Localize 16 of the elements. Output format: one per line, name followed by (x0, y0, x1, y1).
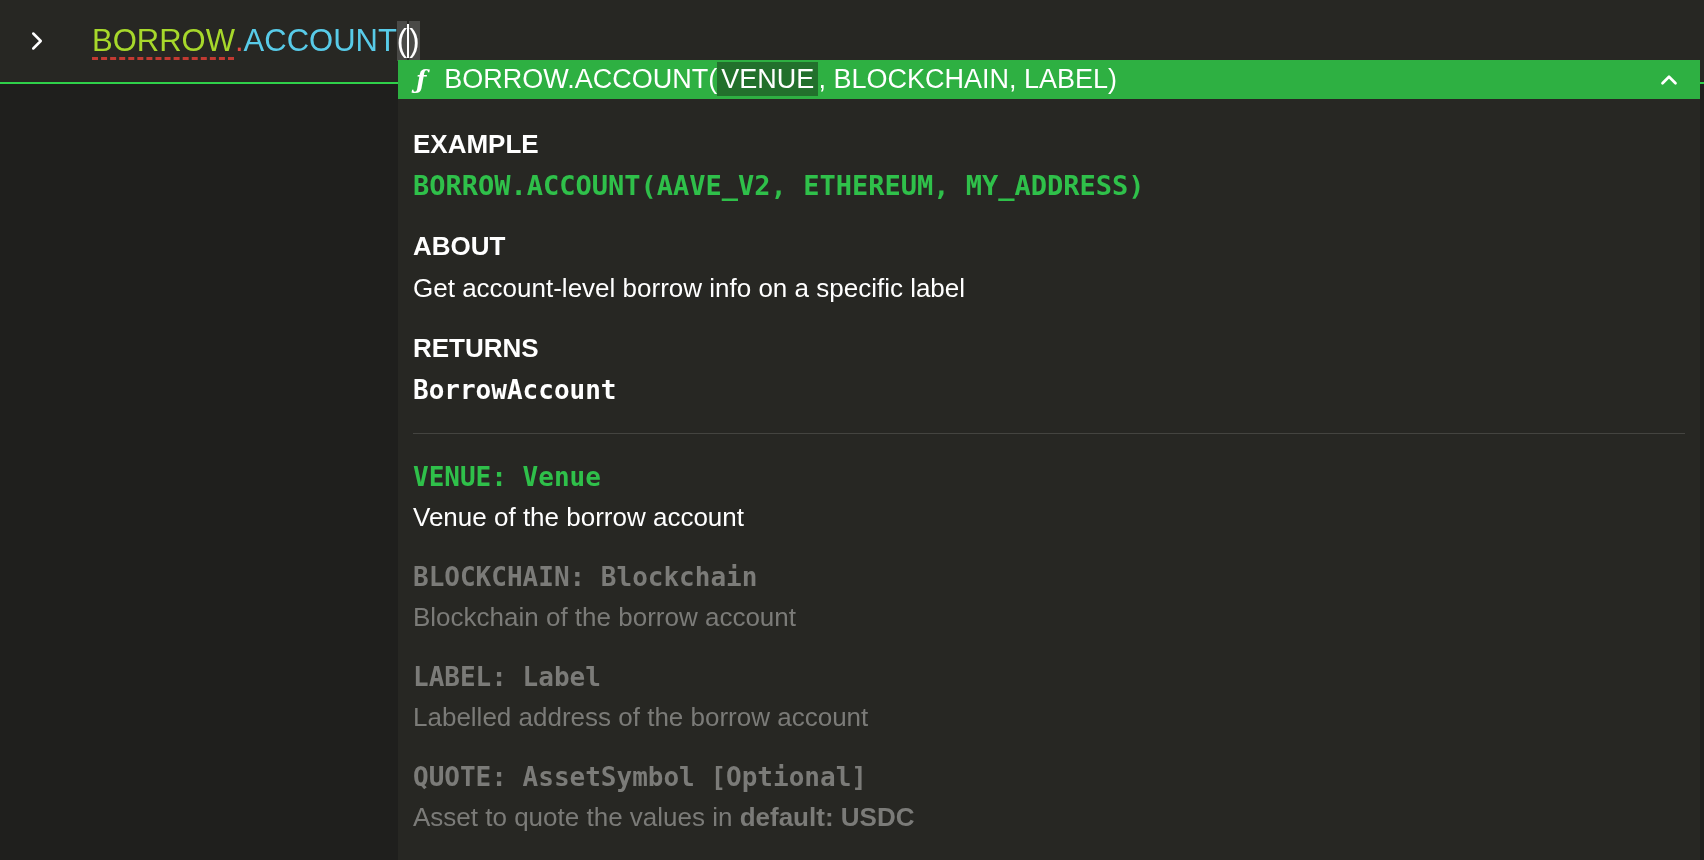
parameter-description: Asset to quote the values in default: USDC (413, 801, 916, 834)
return-type: BorrowAccount (413, 374, 618, 407)
parameter-signature: VENUE: Venue (413, 461, 602, 494)
section-heading: ABOUT (413, 230, 507, 263)
formula-text: BORROW.ACCOUNT() (92, 20, 420, 62)
parameter-description: Labelled address of the borrow account (413, 701, 870, 734)
description-text: Get account-level borrow info on a specific label (413, 272, 967, 305)
parameter-signature: QUOTE: AssetSymbol [Optional] (413, 761, 868, 794)
parameter-description: Venue of the borrow account (413, 501, 745, 534)
section-heading: EXAMPLE (413, 128, 540, 161)
example-code: BORROW.ACCOUNT(AAVE_V2, ETHEREUM, MY_ADDRESS) (413, 169, 1146, 203)
parameter-description: Blockchain of the borrow account (413, 601, 797, 634)
parameter-signature: LABEL: Label (413, 661, 602, 694)
section-heading: RETURNS (413, 332, 540, 365)
function-signature-header[interactable]: ƒ BORROW.ACCOUNT(VENUE, BLOCKCHAIN, LABEL) (398, 60, 1700, 99)
parameter-signature: BLOCKCHAIN: Blockchain (413, 561, 759, 594)
